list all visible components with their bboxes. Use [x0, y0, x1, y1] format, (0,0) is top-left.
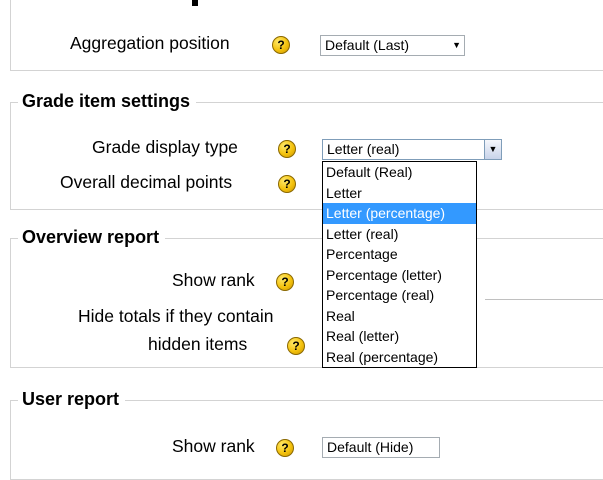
- dropdown-option[interactable]: Letter (real): [323, 224, 476, 245]
- help-icon[interactable]: ?: [278, 140, 296, 158]
- select-value: Letter (real): [327, 141, 400, 157]
- user-show-rank-select[interactable]: Default (Hide): [322, 437, 440, 458]
- select-value: Default (Hide): [327, 439, 414, 455]
- hide-totals-label-line2: hidden items: [148, 334, 248, 354]
- dropdown-option[interactable]: Letter: [323, 183, 476, 204]
- help-icon[interactable]: ?: [276, 439, 294, 457]
- overall-decimal-points-label: Overall decimal points: [60, 172, 233, 192]
- grade-display-type-select[interactable]: Letter (real) ▼: [322, 139, 502, 160]
- grade-display-type-dropdown[interactable]: Default (Real) Letter Letter (percentage…: [322, 161, 477, 368]
- hide-totals-label-line1: Hide totals if they contain: [78, 306, 274, 326]
- fieldset-overview-report: [10, 238, 603, 368]
- legend-user-report: User report: [18, 389, 126, 410]
- divider: [485, 299, 603, 300]
- fieldset-user-report: [10, 400, 603, 480]
- show-rank-label: Show rank: [172, 270, 255, 290]
- dropdown-option-highlighted[interactable]: Letter (percentage): [323, 203, 476, 224]
- dropdown-option[interactable]: Real (percentage): [323, 347, 476, 368]
- select-value: Default (Last): [325, 37, 410, 53]
- chevron-down-icon[interactable]: ▼: [484, 140, 501, 159]
- grade-display-type-label: Grade display type: [92, 137, 238, 157]
- dropdown-option[interactable]: Real: [323, 306, 476, 327]
- aggregation-position-label: Aggregation position: [70, 33, 230, 53]
- legend-overview-report: Overview report: [18, 227, 166, 248]
- help-icon[interactable]: ?: [272, 36, 290, 54]
- chevron-down-icon: ▼: [452, 40, 461, 50]
- help-icon[interactable]: ?: [278, 175, 296, 193]
- help-icon[interactable]: ?: [276, 273, 294, 291]
- help-icon[interactable]: ?: [287, 337, 305, 355]
- dropdown-option[interactable]: Percentage: [323, 244, 476, 265]
- dropdown-option[interactable]: Real (letter): [323, 326, 476, 347]
- legend-grade-item-settings: Grade item settings: [18, 91, 197, 112]
- legend-fragment: [192, 0, 198, 6]
- aggregation-position-select[interactable]: Default (Last) ▼: [320, 35, 465, 56]
- dropdown-option[interactable]: Percentage (letter): [323, 265, 476, 286]
- dropdown-option[interactable]: Default (Real): [323, 162, 476, 183]
- dropdown-option[interactable]: Percentage (real): [323, 285, 476, 306]
